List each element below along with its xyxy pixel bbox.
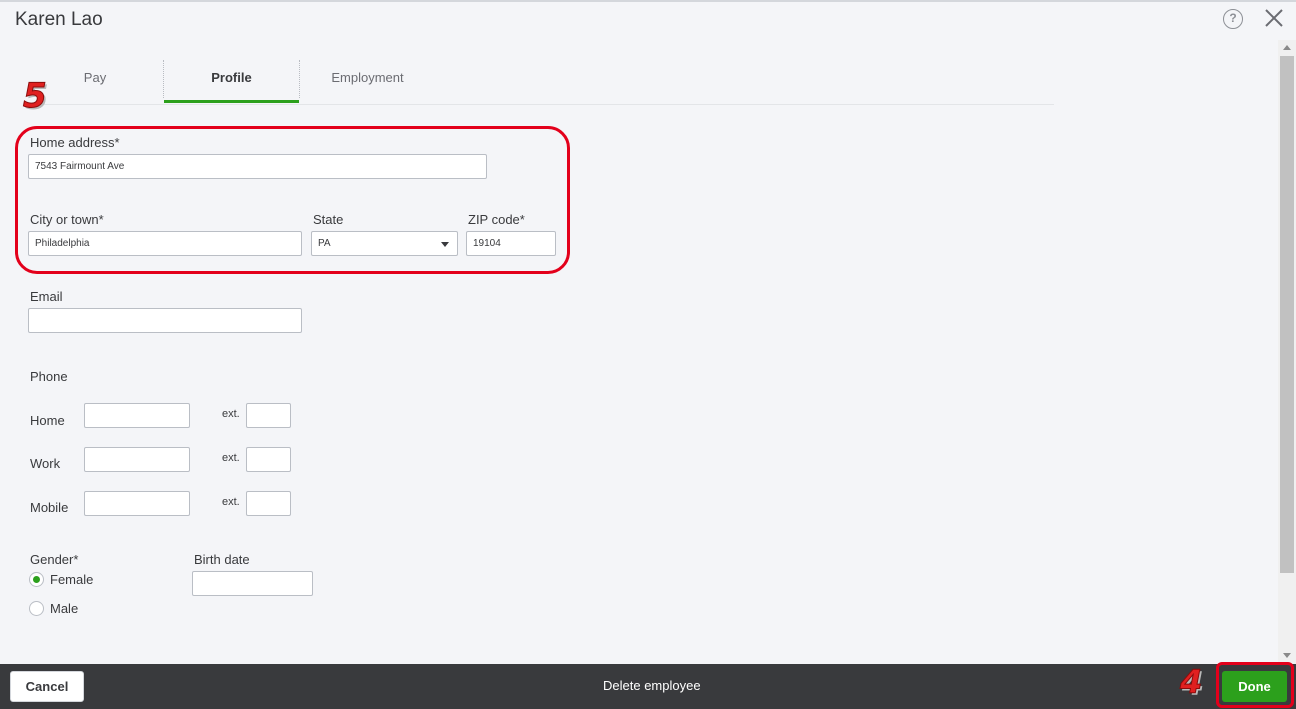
gender-female-radio[interactable] xyxy=(29,572,44,587)
step-number-badge: 4 xyxy=(1179,663,1203,702)
phone-mobile-input[interactable] xyxy=(84,491,190,516)
done-button[interactable]: Done xyxy=(1222,671,1287,702)
email-input[interactable] xyxy=(28,308,302,333)
gender-male-radio[interactable] xyxy=(29,601,44,616)
close-icon[interactable] xyxy=(1262,6,1286,30)
tab-bar: Pay Profile Employment xyxy=(28,60,1054,105)
ext-label: ext. xyxy=(222,408,240,420)
ext-label: ext. xyxy=(222,496,240,508)
footer-bar: Cancel Delete employee xyxy=(0,664,1296,709)
home-address-label: Home address* xyxy=(30,135,120,150)
tab-pay[interactable]: Pay xyxy=(28,60,162,103)
delete-employee-link[interactable]: Delete employee xyxy=(603,678,701,693)
top-border xyxy=(0,0,1296,2)
state-label: State xyxy=(313,212,344,227)
phone-work-input[interactable] xyxy=(84,447,190,472)
gender-male-label[interactable]: Male xyxy=(50,601,78,616)
scrollbar-thumb[interactable] xyxy=(1280,56,1294,573)
city-label: City or town* xyxy=(30,212,104,227)
phone-home-label: Home xyxy=(30,413,65,428)
phone-section-label: Phone xyxy=(30,369,68,384)
help-icon[interactable]: ? xyxy=(1223,9,1243,29)
gender-female-label[interactable]: Female xyxy=(50,572,93,587)
page-title: Karen Lao xyxy=(15,9,103,30)
scroll-down-icon[interactable] xyxy=(1283,653,1291,658)
city-input[interactable]: Philadelphia xyxy=(28,231,302,256)
ext-label: ext. xyxy=(222,452,240,464)
phone-home-input[interactable] xyxy=(84,403,190,428)
state-value: PA xyxy=(318,238,331,249)
zip-label: ZIP code* xyxy=(468,212,525,227)
phone-mobile-ext-input[interactable] xyxy=(246,491,291,516)
chevron-down-icon xyxy=(441,242,449,247)
state-select[interactable]: PA xyxy=(311,231,458,256)
phone-mobile-label: Mobile xyxy=(30,500,69,515)
zip-input[interactable]: 19104 xyxy=(466,231,556,256)
cancel-button[interactable]: Cancel xyxy=(10,671,84,702)
email-label: Email xyxy=(30,289,63,304)
tab-profile[interactable]: Profile xyxy=(164,60,299,103)
tab-employment[interactable]: Employment xyxy=(300,60,435,103)
phone-work-label: Work xyxy=(30,456,61,471)
scroll-up-icon[interactable] xyxy=(1283,45,1291,50)
phone-home-ext-input[interactable] xyxy=(246,403,291,428)
gender-label: Gender* xyxy=(30,552,79,567)
phone-work-ext-input[interactable] xyxy=(246,447,291,472)
home-address-input[interactable]: 7543 Fairmount Ave xyxy=(28,154,487,179)
birth-date-label: Birth date xyxy=(194,552,250,567)
step-number-badge: 5 xyxy=(23,76,48,117)
birth-date-input[interactable] xyxy=(192,571,313,596)
